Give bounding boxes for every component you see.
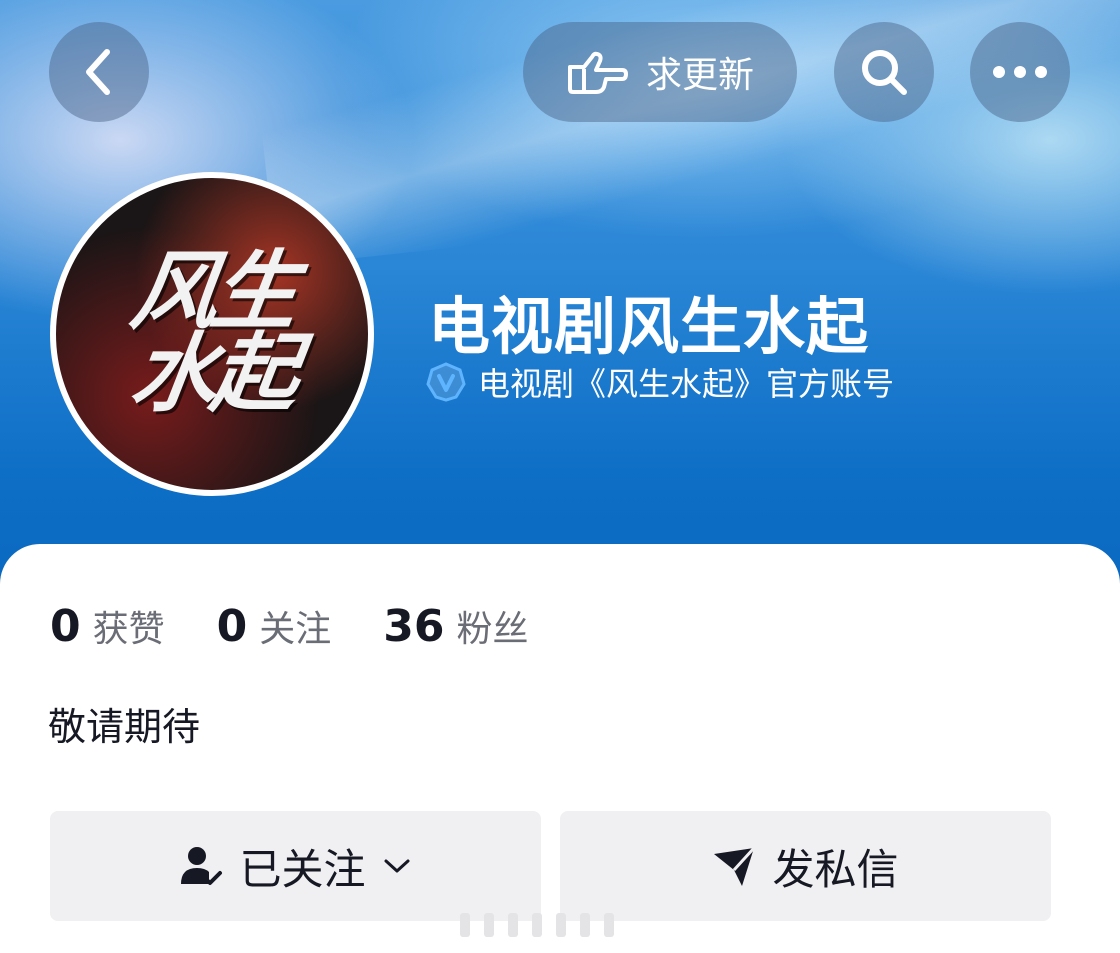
verified-label: 电视剧《风生水起》官方账号 — [478, 365, 895, 403]
partial-indicator — [556, 913, 566, 937]
avatar[interactable]: 风生 水起 — [50, 172, 374, 496]
stat-following-label: 关注 — [259, 609, 332, 650]
verified-badge-icon — [426, 362, 466, 402]
partial-indicator — [508, 913, 518, 937]
search-icon — [862, 50, 907, 95]
stat-likes-label: 获赞 — [92, 609, 165, 650]
followed-label: 已关注 — [239, 844, 366, 894]
avatar-logo-text: 风生 水起 — [56, 178, 368, 490]
partial-tab-indicators — [460, 910, 660, 940]
avatar-logo-line-2: 水起 — [125, 324, 300, 424]
stat-likes[interactable]: 0 获赞 — [50, 600, 165, 652]
stat-followers-label: 粉丝 — [456, 609, 529, 650]
partial-indicator — [532, 913, 542, 937]
partial-indicator — [604, 913, 614, 937]
search-button[interactable] — [834, 22, 934, 122]
request-update-button[interactable]: 求更新 — [523, 22, 797, 122]
more-button[interactable] — [970, 22, 1070, 122]
send-message-button[interactable]: 发私信 — [560, 811, 1051, 921]
partial-indicator — [580, 913, 590, 937]
stat-following-value: 0 — [216, 601, 248, 652]
chevron-down-icon — [384, 859, 409, 873]
avatar-logo-line-1: 风生 — [125, 242, 300, 343]
send-icon — [714, 846, 756, 886]
send-message-label: 发私信 — [772, 844, 899, 894]
profile-stats: 0 获赞 0 关注 36 粉丝 — [50, 600, 581, 656]
stat-likes-value: 0 — [50, 601, 81, 652]
chevron-left-icon — [86, 49, 110, 95]
partial-indicator — [484, 913, 494, 937]
stat-followers-value: 36 — [383, 601, 445, 652]
profile-name: 电视剧风生水起 — [428, 290, 870, 363]
profile-bio: 敬请期待 — [48, 705, 201, 749]
pointing-hand-icon — [567, 51, 628, 94]
back-button[interactable] — [49, 22, 149, 122]
partial-indicator — [460, 913, 470, 937]
verified-info: 电视剧《风生水起》官方账号 — [426, 360, 894, 404]
more-horizontal-icon — [993, 66, 1047, 78]
stat-following[interactable]: 0 关注 — [217, 600, 332, 652]
followed-button[interactable]: 已关注 — [50, 811, 541, 921]
user-check-icon — [181, 847, 223, 885]
stat-followers[interactable]: 36 粉丝 — [383, 600, 528, 652]
request-update-label: 求更新 — [645, 55, 754, 96]
